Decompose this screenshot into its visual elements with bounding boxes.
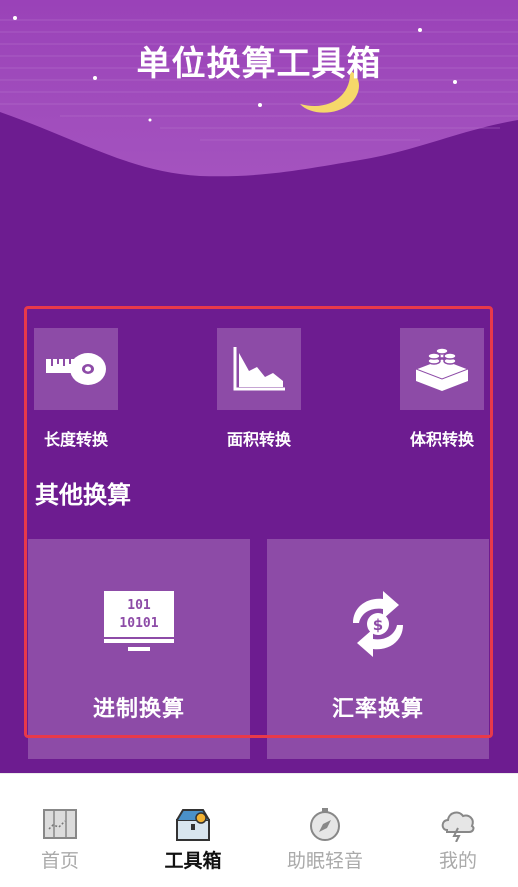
area-converter-button[interactable]: 面积转换 — [217, 328, 301, 450]
bottom-tab-bar: 首页 工具箱 助眠轻音 我的 — [0, 773, 518, 887]
tab-sleep-sounds[interactable]: 助眠轻音 — [265, 804, 385, 873]
volume-converter-button[interactable]: 体积转换 — [400, 328, 484, 450]
svg-text:101: 101 — [127, 598, 151, 613]
length-converter-label: 长度转换 — [43, 430, 108, 449]
tab-toolbox-label: 工具箱 — [164, 850, 222, 872]
base-conversion-label: 进制换算 — [92, 697, 185, 722]
currency-exchange-icon: $ — [353, 591, 403, 657]
header: 单位换算工具箱 — [0, 0, 518, 190]
tab-home-label: 首页 — [40, 850, 79, 872]
page-title: 单位换算工具箱 — [136, 44, 382, 84]
tab-me-label: 我的 — [438, 850, 477, 872]
tape-measure-icon — [46, 353, 106, 385]
tab-toolbox[interactable]: 工具箱 — [133, 804, 253, 873]
svg-text:10101: 10101 — [119, 616, 158, 631]
toolbox-icon — [176, 809, 210, 841]
base-conversion-card[interactable]: 101 10101 进制换算 — [28, 539, 250, 759]
tab-me[interactable]: 我的 — [398, 804, 518, 873]
volume-converter-label: 体积转换 — [409, 430, 474, 449]
other-conversions-title: 其他换算 — [35, 481, 131, 509]
tab-home[interactable]: 首页 — [0, 804, 120, 873]
storm-cloud-icon — [441, 811, 475, 842]
binary-monitor-icon: 101 10101 — [104, 591, 174, 651]
area-converter-label: 面积转换 — [226, 430, 291, 449]
area-chart-icon — [233, 347, 285, 391]
converter-row: 长度转换 面积转换 体积转换 — [0, 328, 518, 450]
map-icon — [43, 809, 77, 839]
volume-blocks-icon — [414, 347, 470, 391]
compass-icon — [310, 808, 340, 841]
svg-text:$: $ — [373, 616, 383, 634]
length-converter-button[interactable]: 长度转换 — [34, 328, 118, 450]
tab-sleep-sounds-label: 助眠轻音 — [286, 850, 363, 872]
exchange-rate-label: 汇率换算 — [331, 697, 424, 722]
night-sky-background — [0, 0, 518, 190]
exchange-rate-card[interactable]: $ 汇率换算 — [267, 539, 489, 759]
